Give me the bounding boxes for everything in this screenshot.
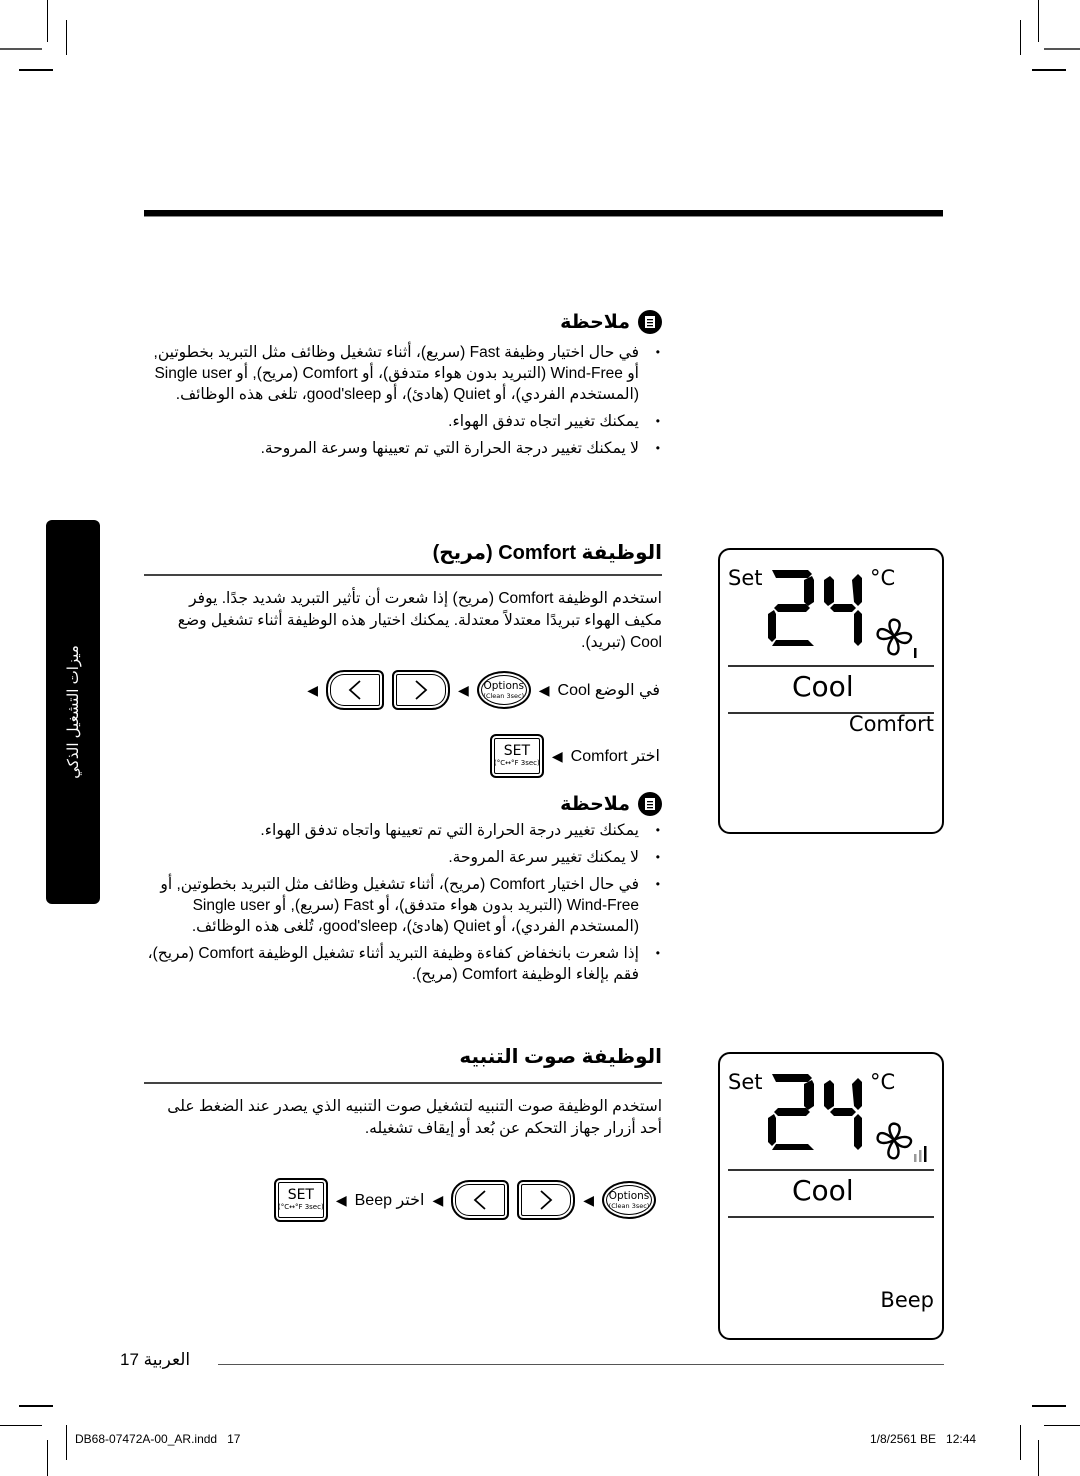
note-document-icon <box>638 310 662 334</box>
display-set-label: Set <box>728 1070 763 1094</box>
set-label: SET <box>287 1187 314 1203</box>
section-description: استخدم الوظيفة صوت التنبيه لتشغيل صوت ال… <box>167 1098 662 1137</box>
options-label: Options <box>483 679 524 692</box>
beep-steps-row: Options (Clean 3sec) ◀ ◀ اختر Beep ◀ SET… <box>240 1178 656 1222</box>
crop-mark <box>0 1425 42 1426</box>
set-sublabel: (°C↔°F 3sec) <box>277 1203 324 1211</box>
comfort-section: الوظيفة Comfort (مريح) استخدم الوظيفة Co… <box>144 540 662 654</box>
step-arrow-icon: ◀ <box>551 747 563 764</box>
display-mode: Cool <box>792 670 854 703</box>
remote-display-comfort: Set °C Cool Comfort <box>718 548 944 834</box>
comfort-steps-row2: اختر Comfort ◀ SET (°C↔°F 3sec) <box>460 734 660 778</box>
set-button[interactable]: SET (°C↔°F 3sec) <box>273 1178 328 1222</box>
note-bullet: لا يمكنك تغيير درجة الحرارة التي تم تعيي… <box>150 438 662 459</box>
options-button[interactable]: Options (Clean 3sec) <box>476 671 531 709</box>
print-slug-date: 1/8/2561 BE 12:44 <box>870 1432 977 1446</box>
crop-mark <box>47 1440 48 1476</box>
beep-section: الوظيفة صوت التنبيه استخدم الوظيفة صوت ا… <box>144 1044 662 1140</box>
crop-mark <box>66 20 67 55</box>
display-set-label: Set <box>728 566 763 590</box>
step-arrow-icon: ◀ <box>538 681 550 698</box>
set-sublabel: (°C↔°F 3sec) <box>494 759 540 767</box>
left-button[interactable] <box>451 1180 510 1220</box>
comfort-note-bullets: يمكنك تغيير درجة الحرارة التي تم تعيينها… <box>144 820 662 985</box>
step-arrow-icon: ◀ <box>457 681 469 698</box>
step-text: اختر Beep <box>354 1192 425 1209</box>
header-rule <box>144 210 943 217</box>
display-mode: Cool <box>792 1174 854 1207</box>
step-text: في الوضع Cool <box>557 682 660 699</box>
display-function: Beep <box>880 1288 934 1312</box>
remote-display-beep: Set °C Cool Beep <box>718 1052 944 1340</box>
display-divider <box>728 665 934 667</box>
comfort-steps-row1: في الوضع Cool ◀ Options (Clean 3sec) ◀ ◀ <box>276 670 660 710</box>
crop-mark <box>1020 1425 1021 1460</box>
note-1-bullets: في حال اختيار وظيفة Fast (سريع)، أثناء ت… <box>150 342 662 459</box>
note-bullet: إذا شعرت بانخفاض كفاءة وظيفة التبريد أثن… <box>144 943 662 985</box>
chevron-left-icon <box>348 680 361 700</box>
note-heading: ملاحظة <box>144 792 662 816</box>
crop-mark <box>19 69 53 71</box>
crop-mark <box>0 48 42 50</box>
crop-mark <box>1032 1405 1066 1407</box>
chevron-right-icon <box>415 680 428 700</box>
chevron-left-icon <box>473 1190 486 1210</box>
display-temperature-digits <box>768 570 862 646</box>
page-number: العربية 17 <box>120 1350 191 1369</box>
options-button[interactable]: Options (Clean 3sec) <box>602 1181 656 1219</box>
crop-mark <box>1038 1440 1039 1476</box>
note-bullet: يمكنك تغيير درجة الحرارة التي تم تعيينها… <box>144 820 662 841</box>
note-bullet: في حال اختيار Comfort (مريح)، أثناء تشغي… <box>144 874 662 937</box>
fan-speed-icon <box>876 618 917 658</box>
display-divider <box>728 1169 934 1171</box>
crop-mark <box>1020 20 1021 55</box>
display-divider <box>728 1216 934 1218</box>
display-unit: °C <box>870 566 896 590</box>
section-rule <box>144 1082 662 1084</box>
crop-mark <box>47 0 48 42</box>
step-arrow-icon: ◀ <box>307 681 318 698</box>
print-slug-file: DB68-07472A-00_AR.indd 17 <box>75 1432 241 1446</box>
crop-mark <box>1038 0 1039 42</box>
section-title: الوظيفة صوت التنبيه <box>459 1046 662 1068</box>
section-rule <box>144 574 662 576</box>
side-tab-label: ميزات التشغيل الذكي <box>65 645 82 779</box>
left-button[interactable] <box>325 670 384 710</box>
right-button[interactable] <box>517 1180 576 1220</box>
right-button[interactable] <box>391 670 450 710</box>
section-description: استخدم الوظيفة Comfort (مريح) إذا شعرت أ… <box>177 590 662 651</box>
step-arrow-icon: ◀ <box>583 1191 594 1208</box>
note-bullet: يمكنك تغيير اتجاه تدفق الهواء. <box>150 411 662 432</box>
options-label: Options <box>608 1189 650 1202</box>
note-document-icon <box>638 792 662 816</box>
step-arrow-icon: ◀ <box>335 1191 347 1208</box>
footer-rule <box>218 1364 944 1365</box>
chapter-side-tab[interactable]: ميزات التشغيل الذكي <box>46 520 100 904</box>
note-title: ملاحظة <box>560 311 630 333</box>
step-arrow-icon: ◀ <box>432 1191 444 1208</box>
crop-mark <box>1044 48 1080 50</box>
display-unit: °C <box>870 1070 896 1094</box>
set-label: SET <box>503 743 531 759</box>
set-button[interactable]: SET (°C↔°F 3sec) <box>489 734 544 778</box>
step-text: اختر Comfort <box>570 748 660 765</box>
crop-mark <box>1044 1425 1080 1426</box>
section-title: الوظيفة Comfort (مريح) <box>432 542 662 564</box>
crop-mark <box>1032 69 1066 71</box>
options-sublabel: (Clean 3sec) <box>483 691 525 700</box>
note-1: ملاحظة في حال اختيار وظيفة Fast (سريع)، … <box>150 310 662 465</box>
display-temperature-digits <box>768 1074 862 1150</box>
crop-mark <box>19 1405 53 1407</box>
note-bullet: لا يمكنك تغيير سرعة المروحة. <box>144 847 662 868</box>
note-heading: ملاحظة <box>150 310 662 334</box>
chevron-right-icon <box>540 1190 553 1210</box>
note-title: ملاحظة <box>560 793 630 815</box>
crop-mark <box>66 1425 67 1460</box>
note-bullet: في حال اختيار وظيفة Fast (سريع)، أثناء ت… <box>150 342 662 405</box>
display-function: Comfort <box>848 712 934 736</box>
comfort-note: ملاحظة يمكنك تغيير درجة الحرارة التي تم … <box>144 792 662 991</box>
options-sublabel: (Clean 3sec) <box>608 1201 650 1210</box>
fan-speed-icon <box>876 1122 927 1162</box>
